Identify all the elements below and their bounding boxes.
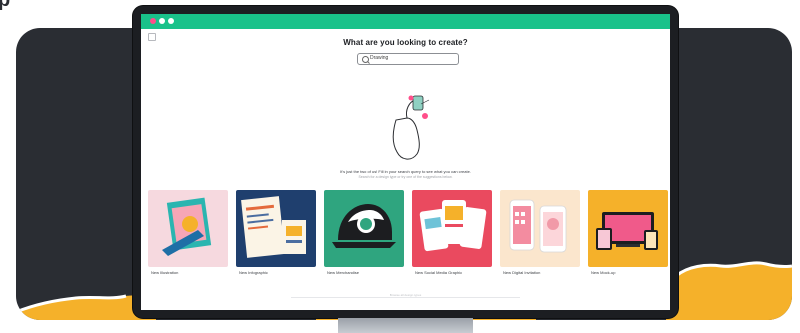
card-label: New Merchandise xyxy=(327,270,360,275)
empty-state-hint: Search for a design type or try one of t… xyxy=(358,175,453,179)
card-label: New Mock-up xyxy=(591,270,616,275)
card-new-mockup[interactable]: New Mock-up xyxy=(588,190,668,278)
monitor-frame: What are you looking to create? Drawing … xyxy=(133,6,678,318)
monitor-stand xyxy=(338,318,473,333)
card-new-social-media-graphic[interactable]: New Social Media Graphic xyxy=(412,190,492,278)
page-title: What are you looking to create? xyxy=(343,38,468,47)
empty-state-message: It's just the two of us! Fill in your se… xyxy=(340,169,471,174)
card-label: New Infographic xyxy=(239,270,268,275)
card-new-illustration[interactable]: New Illustration xyxy=(148,190,228,278)
search-input[interactable]: Drawing xyxy=(357,53,459,65)
app-screen: What are you looking to create? Drawing … xyxy=(141,14,670,310)
window-titlebar xyxy=(141,14,670,29)
window-minimize-dot[interactable] xyxy=(159,18,165,24)
empty-state-illustration-icon xyxy=(392,95,430,160)
card-new-infographic[interactable]: New Infographic xyxy=(236,190,316,278)
mockup-thumbnail-icon xyxy=(588,190,668,267)
infographic-thumbnail-icon xyxy=(236,190,316,267)
search-icon xyxy=(362,56,369,63)
page-canvas: p What are you looking to create? Drawin… xyxy=(0,0,800,333)
card-label: New Social Media Graphic xyxy=(415,270,463,275)
card-label: New Digital Invitation xyxy=(503,270,541,275)
digital-invitation-thumbnail-icon xyxy=(500,190,580,267)
suggestion-card-row: New Illustration New Infographic New Mer… xyxy=(148,190,668,280)
window-close-dot[interactable] xyxy=(150,18,156,24)
card-new-merchandise[interactable]: New Merchandise xyxy=(324,190,404,278)
footer-divider xyxy=(291,297,520,298)
card-label: New Illustration xyxy=(151,270,179,275)
browse-all-link[interactable]: Browse all design types xyxy=(141,293,670,297)
cropped-heading-fragment: p xyxy=(0,0,11,11)
merchandise-thumbnail-icon xyxy=(324,190,404,267)
window-maximize-dot[interactable] xyxy=(168,18,174,24)
card-new-digital-invitation[interactable]: New Digital Invitation xyxy=(500,190,580,278)
search-value: Drawing xyxy=(370,55,389,61)
social-media-thumbnail-icon xyxy=(412,190,492,267)
illustration-thumbnail-icon xyxy=(148,190,228,267)
